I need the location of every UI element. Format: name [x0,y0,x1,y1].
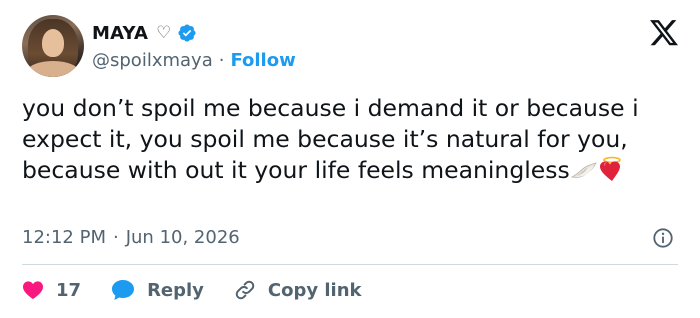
like-count: 17 [56,279,82,301]
wing-icon [570,162,597,178]
avatar-face [42,29,64,57]
copy-link-label: Copy link [267,279,362,301]
author-name-row: MAYA ♡ [92,21,197,45]
tweet-date: Jun 10, 2026 [125,227,240,248]
link-icon [235,280,255,300]
reply-label: Reply [147,279,204,301]
tweet-actions: 17 Reply Copy link [22,277,392,303]
tweet-time: 12:12 PM [22,227,106,248]
reply-button[interactable]: Reply [111,279,204,301]
copy-link-button[interactable]: Copy link [234,279,362,301]
heart-outline-symbol: ♡ [156,22,172,43]
author-handle-row: @spoilxmaya · Follow [92,48,296,72]
tweet-timestamp[interactable]: 12:12 PM · Jun 10, 2026 [22,227,240,248]
info-icon[interactable] [652,227,674,249]
heart-icon [23,281,43,300]
tweet-text-body: you don’t spoil me because i demand it o… [22,94,639,184]
author-name[interactable]: MAYA [92,23,148,44]
follow-button[interactable]: Follow [230,50,295,71]
handle-separator: · [218,49,225,71]
x-logo-icon[interactable] [650,20,678,46]
avatar[interactable] [22,15,84,77]
timestamp-separator: · [112,227,119,248]
reply-bubble-icon [112,280,135,300]
tweet-text: you don’t spoil me because i demand it o… [22,93,692,186]
heart-with-halo-icon [599,156,621,181]
divider [22,264,678,265]
like-button[interactable]: 17 [22,280,81,301]
author-handle[interactable]: @spoilxmaya [92,50,213,71]
verified-badge-icon [178,24,196,42]
